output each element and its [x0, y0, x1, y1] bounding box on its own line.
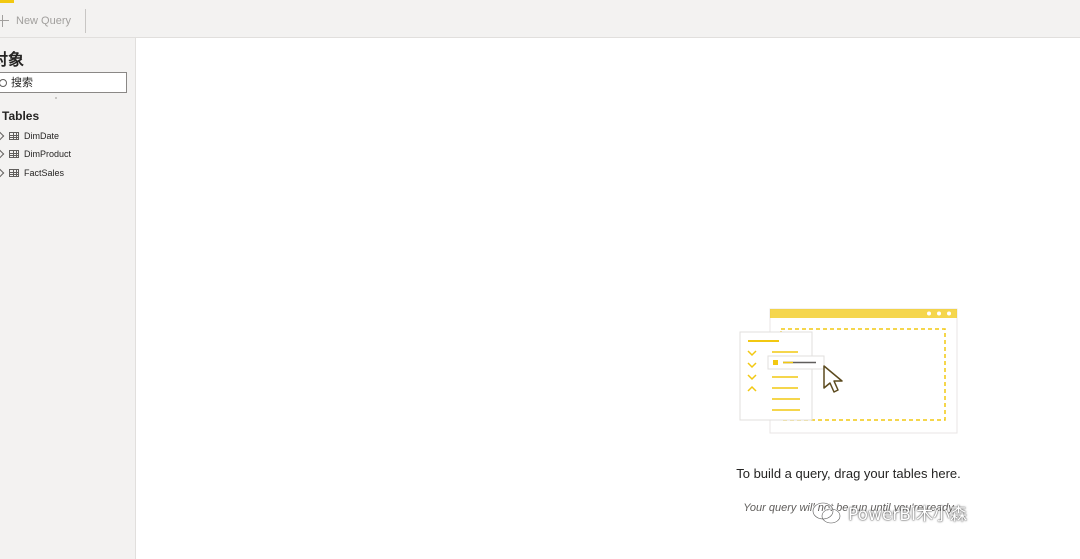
table-icon	[9, 168, 19, 177]
chevron-right-icon[interactable]	[0, 131, 5, 140]
tree-item-dimdate[interactable]: DimDate	[0, 127, 126, 144]
table-icon	[9, 131, 19, 140]
chevron-right-icon[interactable]	[0, 149, 5, 158]
search-box[interactable]	[0, 72, 127, 93]
table-icon	[9, 149, 19, 158]
pane-title: 对象	[0, 52, 25, 69]
empty-state-heading: To build a query, drag your tables here.	[736, 466, 961, 481]
query-canvas[interactable]: To build a query, drag your tables here.…	[136, 38, 1080, 559]
tree-item-label: FactSales	[24, 167, 65, 178]
search-input[interactable]	[11, 76, 121, 89]
toolbar: New Query	[0, 0, 1080, 38]
objects-pane: 对象 Tables DimDate DimProduct FactSales	[0, 38, 136, 559]
splitter-dot	[55, 97, 57, 99]
plus-icon	[0, 15, 9, 27]
tree-item-dimproduct[interactable]: DimProduct	[0, 145, 126, 162]
chevron-right-icon[interactable]	[0, 168, 5, 177]
tree-item-factsales[interactable]: FactSales	[0, 164, 126, 181]
tree-item-label: DimDate	[24, 130, 60, 141]
wechat-icon	[812, 501, 841, 524]
drag-tables-illustration	[739, 308, 958, 434]
tree-item-label: DimProduct	[24, 148, 72, 159]
accent-bar	[0, 0, 14, 3]
new-query-label: New Query	[16, 15, 72, 27]
new-query-button[interactable]: New Query	[0, 9, 71, 33]
tables-section-header: Tables	[2, 109, 40, 123]
toolbar-divider	[85, 9, 86, 33]
watermark-text: PowerBI木小森	[848, 505, 968, 525]
watermark: PowerBI木小森	[812, 500, 967, 525]
search-icon	[0, 78, 7, 87]
